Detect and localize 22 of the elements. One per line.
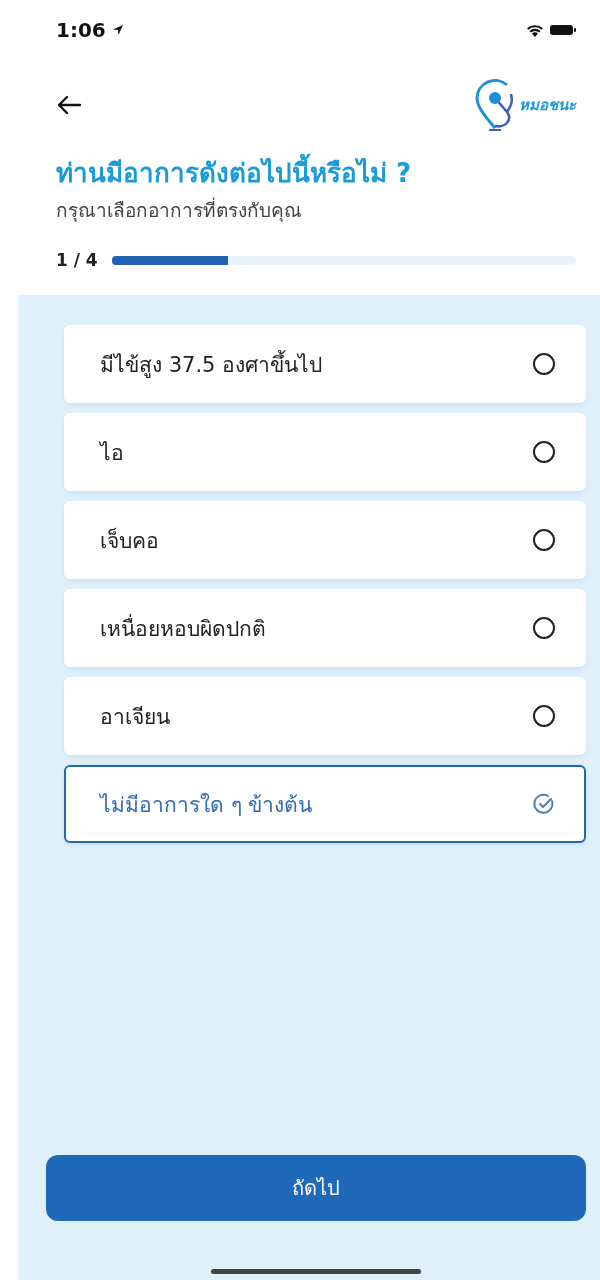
battery-icon (550, 24, 576, 36)
status-time: 1:06 (56, 18, 106, 42)
symptom-option[interactable]: มีไข้สูง 37.5 องศาขึ้นไป (64, 325, 586, 403)
radio-circle-icon (532, 616, 556, 640)
progress-label: 1 / 4 (56, 250, 98, 270)
logo-text: หมอชนะ (519, 95, 576, 116)
radio-circle-icon (532, 528, 556, 552)
symptom-option[interactable]: ไม่มีอาการใด ๆ ข้างต้น (64, 765, 586, 843)
back-button[interactable] (56, 94, 82, 116)
check-circle-icon (532, 792, 556, 816)
radio-circle-icon (532, 704, 556, 728)
symptom-option[interactable]: เหนื่อยหอบผิดปกติ (64, 589, 586, 667)
question-subtitle: กรุณาเลือกอาการที่ตรงกับคุณ (56, 196, 303, 224)
symptom-option[interactable]: อาเจียน (64, 677, 586, 755)
location-arrow-icon (111, 24, 124, 36)
radio-circle-icon (532, 440, 556, 464)
radio-circle-icon (532, 352, 556, 376)
symptom-option[interactable]: เจ็บคอ (64, 501, 586, 579)
symptom-option[interactable]: ไอ (64, 413, 586, 491)
question-title: ท่านมีอาการดังต่อไปนี้หรือไม่ ? (56, 152, 576, 193)
next-button[interactable]: ถัดไป (46, 1155, 586, 1221)
wifi-icon (526, 23, 544, 37)
